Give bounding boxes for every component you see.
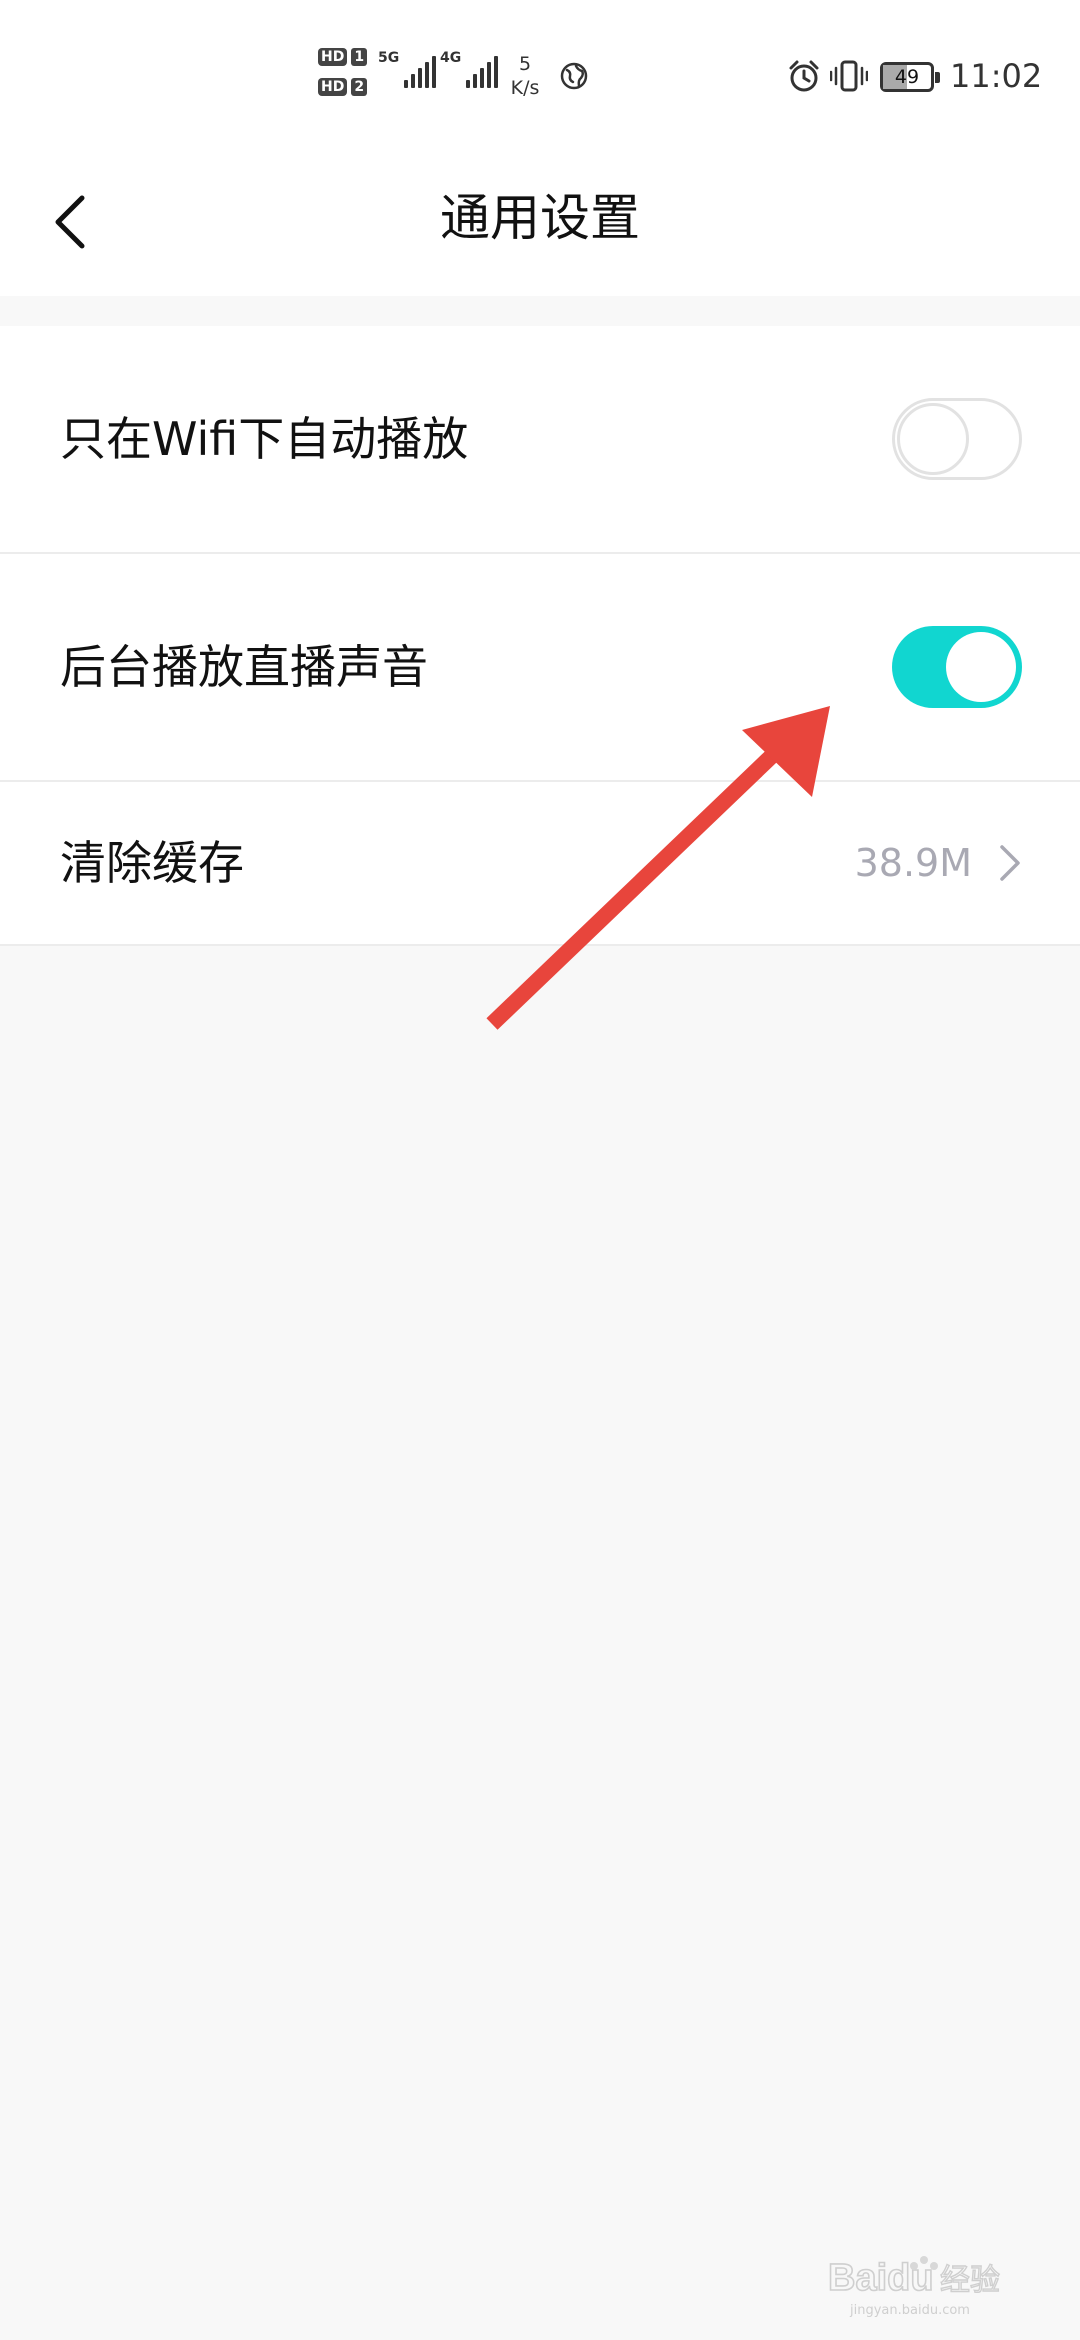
- settings-row-label: 后台播放直播声音: [60, 640, 428, 694]
- watermark-suffix: 经验: [940, 2263, 1000, 2298]
- sim-number: 1: [351, 48, 368, 66]
- toggle-knob: [897, 403, 969, 475]
- settings-row-background-audio[interactable]: 后台播放直播声音: [0, 554, 1080, 782]
- signal-strength-sim2-icon: 4G: [440, 50, 499, 88]
- network-speed-unit: K/s: [510, 77, 540, 99]
- alarm-icon: [789, 60, 819, 92]
- network-type: 5G: [378, 50, 400, 66]
- toggle-knob: [946, 632, 1016, 702]
- page-header: 通用设置: [0, 150, 1080, 296]
- battery-percentage: 49: [894, 66, 920, 88]
- network-speed: 5 K/s: [502, 52, 548, 100]
- chevron-right-icon: [1000, 845, 1020, 881]
- sim2-indicator: HD 2: [318, 78, 368, 96]
- network-type: 4G: [440, 50, 462, 66]
- battery-icon: 49: [880, 62, 940, 92]
- network-speed-value: 5: [518, 53, 532, 75]
- cache-size-value: 38.9M: [854, 841, 972, 885]
- hd-badge: HD: [318, 48, 348, 66]
- watermark-brand: Baidu: [828, 2257, 934, 2299]
- background-audio-toggle[interactable]: [892, 626, 1022, 708]
- settings-list: 只在Wifi下自动播放 后台播放直播声音 清除缓存 38.9M: [0, 326, 1080, 946]
- globe-icon: [560, 62, 588, 90]
- settings-row-clear-cache[interactable]: 清除缓存 38.9M: [0, 782, 1080, 946]
- signal-strength-sim1-icon: 5G: [378, 50, 437, 88]
- vibrate-icon: [830, 60, 868, 92]
- settings-row-label: 清除缓存: [60, 836, 244, 890]
- wifi-autoplay-toggle[interactable]: [892, 398, 1022, 480]
- status-bar: HD 1 HD 2 5G 4G 5 K/s 49 11:02: [0, 0, 1080, 150]
- status-time: 11:02: [950, 57, 1043, 95]
- settings-row-wifi-autoplay[interactable]: 只在Wifi下自动播放: [0, 326, 1080, 554]
- sim-indicators: HD 1 HD 2: [318, 48, 368, 96]
- settings-row-label: 只在Wifi下自动播放: [60, 412, 469, 466]
- sim1-indicator: HD 1: [318, 48, 368, 66]
- sim-number: 2: [351, 78, 368, 96]
- page-title: 通用设置: [440, 189, 640, 247]
- hd-badge: HD: [318, 78, 348, 96]
- baidu-jingyan-watermark-icon: Baidu 经验 jingyan.baidu.com: [827, 2256, 1001, 2318]
- watermark-site: jingyan.baidu.com: [849, 2303, 970, 2318]
